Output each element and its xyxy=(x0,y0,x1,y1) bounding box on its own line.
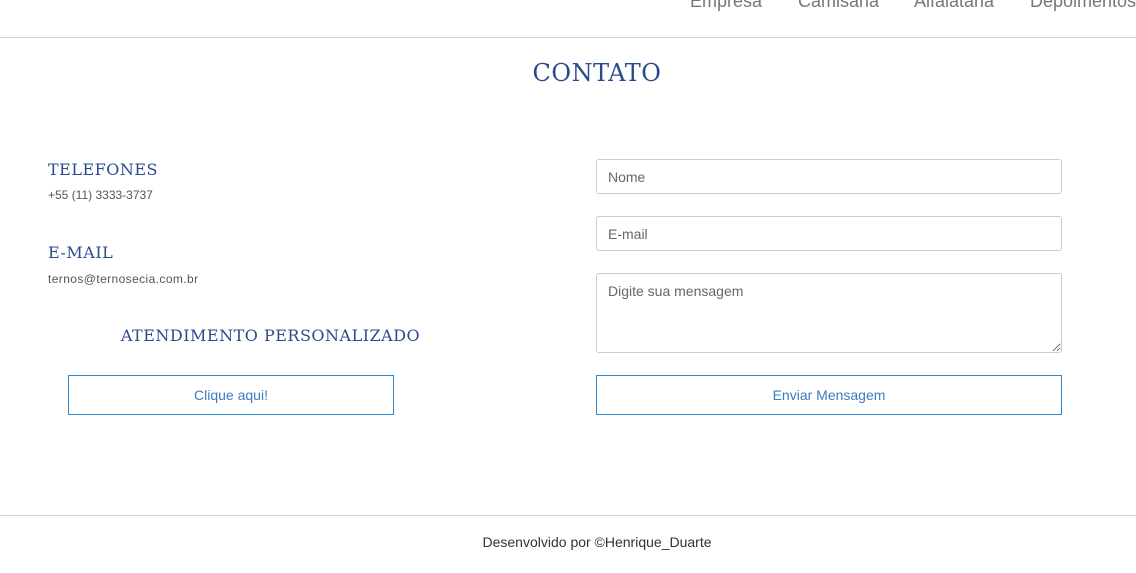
phones-heading: TELEFONES xyxy=(48,160,159,179)
send-message-button[interactable]: Enviar Mensagem xyxy=(596,375,1062,415)
nav-item-camisaria[interactable]: Camisaria xyxy=(798,0,879,12)
page-title: CONTATO xyxy=(532,59,662,87)
name-input[interactable] xyxy=(596,159,1062,194)
phone-number: +55 (11) 3333-3737 xyxy=(48,188,153,202)
email-input[interactable] xyxy=(596,216,1062,251)
footer: Desenvolvido por ©Henrique_Duarte xyxy=(0,515,1136,573)
personal-service-heading: ATENDIMENTO PERSONALIZADO xyxy=(120,326,421,345)
top-navigation: Empresa Camisaria Alfaiataria Depoimento… xyxy=(0,0,1136,38)
footer-credit: Desenvolvido por ©Henrique_Duarte xyxy=(482,534,712,550)
nav-item-depoimentos[interactable]: Depoimentos xyxy=(1030,0,1136,12)
nav-item-empresa[interactable]: Empresa xyxy=(690,0,762,12)
message-textarea[interactable] xyxy=(596,273,1062,353)
email-address: ternos@ternosecia.com.br xyxy=(48,272,199,286)
email-heading: E-MAIL xyxy=(48,243,114,262)
personal-service-button[interactable]: Clique aqui! xyxy=(68,375,394,415)
nav-item-alfaiataria[interactable]: Alfaiataria xyxy=(914,0,994,12)
